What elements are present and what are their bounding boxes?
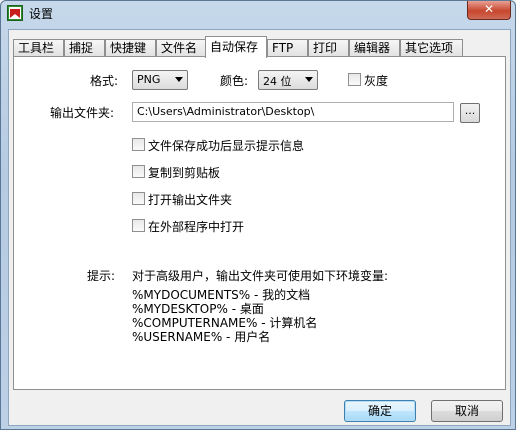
hint-intro: 对于高级用户，输出文件夹可使用如下环境变量: [132, 269, 389, 283]
color-label: 颜色: [220, 74, 249, 88]
color-select[interactable]: 24 位 [258, 70, 318, 90]
format-value: PNG [137, 73, 161, 86]
cancel-button[interactable]: 取消 [431, 400, 503, 422]
option-show-notification-label: 文件保存成功后显示提示信息 [148, 139, 305, 153]
tab-toolbar[interactable]: 工具栏 [13, 39, 64, 56]
browse-button[interactable]: ... [460, 103, 480, 123]
tab-hotkeys[interactable]: 快捷键 [105, 39, 156, 56]
tab-capture[interactable]: 捕捉 [64, 39, 105, 56]
close-button[interactable]: ✕ [467, 1, 511, 20]
tab-filename[interactable]: 文件名 [156, 39, 207, 56]
output-folder-label: 输出文件夹: [50, 106, 115, 120]
autosave-panel: 格式: PNG 颜色: 24 位 灰度 输出文件夹: C:\Users\Admi… [13, 56, 506, 390]
hint-label: 提示: [87, 269, 116, 283]
option-open-folder-checkbox[interactable] [132, 192, 145, 205]
grayscale-checkbox[interactable] [348, 73, 361, 86]
hint-var-username: %USERNAME% - 用户名 [132, 330, 271, 344]
color-value: 24 位 [263, 75, 292, 88]
output-folder-input[interactable]: C:\Users\Administrator\Desktop\ [132, 102, 454, 122]
option-open-external-checkbox[interactable] [132, 219, 145, 232]
ok-button[interactable]: 确定 [344, 400, 416, 422]
dialog-body: 工具栏 捕捉 快捷键 文件名 自动保存 FTP 打印 编辑器 其它选项 格式: … [8, 29, 511, 426]
tab-ftp[interactable]: FTP [267, 39, 308, 56]
tab-editor[interactable]: 编辑器 [349, 39, 400, 56]
tab-other-options[interactable]: 其它选项 [400, 39, 463, 56]
hint-var-mydesktop: %MYDESKTOP% - 桌面 [132, 302, 264, 316]
option-open-folder-label: 打开输出文件夹 [148, 193, 233, 207]
format-select[interactable]: PNG [132, 70, 188, 90]
grayscale-label: 灰度 [364, 74, 389, 88]
format-label: 格式: [90, 74, 119, 88]
option-show-notification-checkbox[interactable] [132, 138, 145, 151]
hint-var-computername: %COMPUTERNAME% - 计算机名 [132, 316, 318, 330]
title-bar[interactable]: 设置 ✕ [1, 1, 516, 25]
tab-print[interactable]: 打印 [308, 39, 349, 56]
option-copy-clipboard-label: 复制到剪贴板 [148, 166, 221, 180]
option-open-external-label: 在外部程序中打开 [148, 220, 245, 234]
tab-autosave[interactable]: 自动保存 [205, 36, 267, 58]
chevron-down-icon [305, 77, 313, 82]
app-icon [7, 5, 23, 21]
option-copy-clipboard-checkbox[interactable] [132, 165, 145, 178]
window-title: 设置 [29, 7, 54, 21]
chevron-down-icon [175, 77, 183, 82]
settings-window: 设置 ✕ 工具栏 捕捉 快捷键 文件名 自动保存 FTP 打印 编辑器 其它选项… [0, 0, 516, 430]
hint-var-mydocuments: %MYDOCUMENTS% - 我的文档 [132, 288, 311, 302]
